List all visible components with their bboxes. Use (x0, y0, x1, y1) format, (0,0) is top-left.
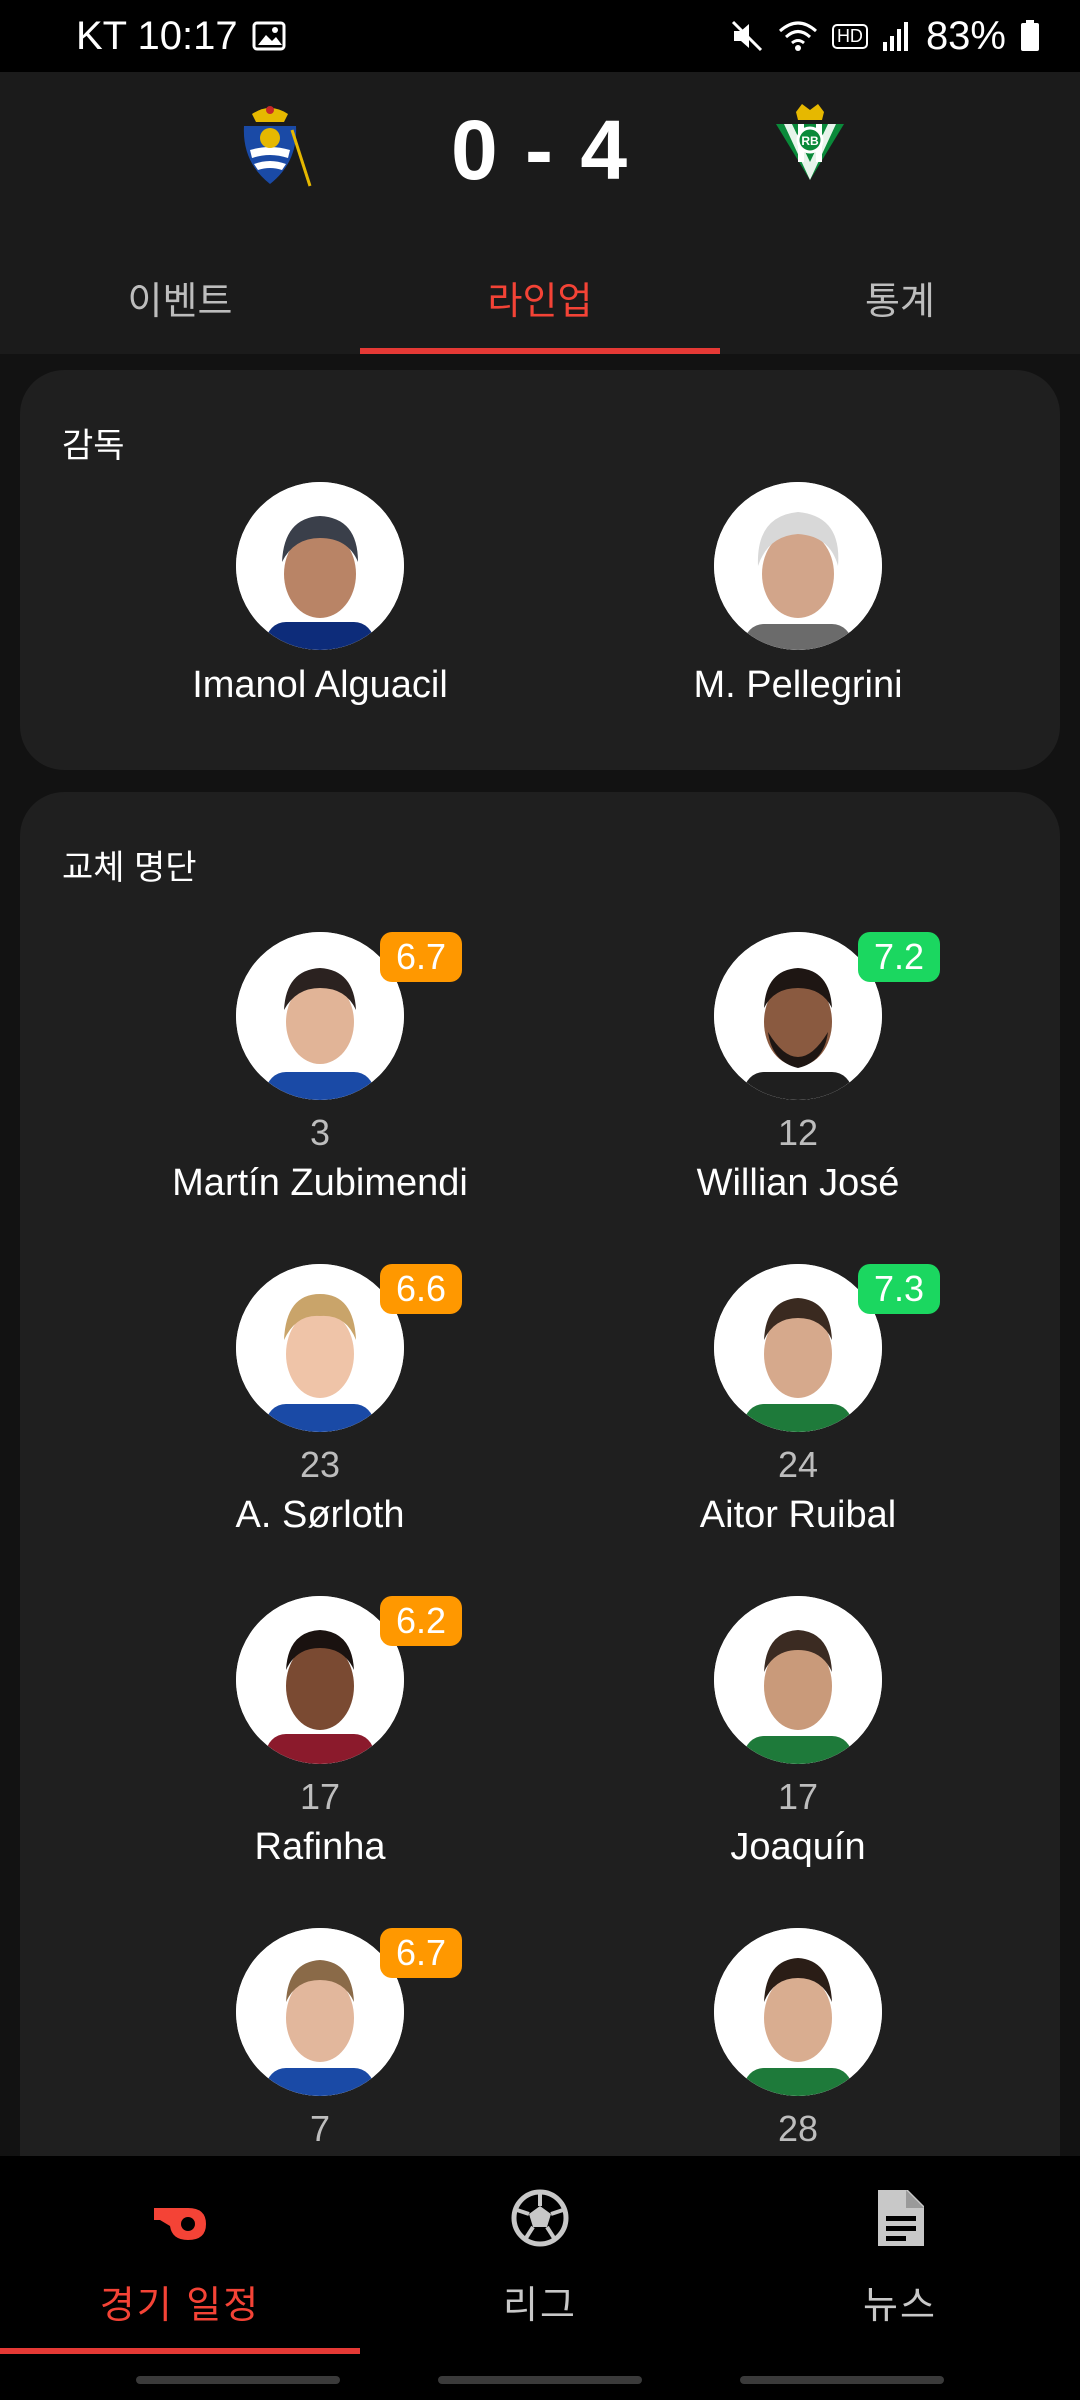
nav-news-label: 뉴스 (863, 2285, 937, 2327)
player-number: 28 (777, 2108, 819, 2149)
player-name: Joaquín (730, 1826, 866, 1868)
player-avatar (236, 1596, 404, 1764)
player-number: 23 (299, 1444, 341, 1485)
substitutes-card: 교체 명단 6.7 3 Martín Zubimendi 7.2 12 Will… (20, 792, 1060, 2212)
nav-league-label: 리그 (503, 2285, 577, 2327)
player-number: 24 (777, 1444, 819, 1485)
manager-home[interactable]: Imanol Alguacil (120, 482, 520, 707)
news-document-icon (878, 2190, 924, 2246)
svg-text:RB: RB (801, 134, 819, 148)
player-avatar (714, 1596, 882, 1764)
bottom-navigation: 경기 일정 리그 뉴스 (0, 2156, 1080, 2400)
person-photo-icon (236, 932, 404, 1100)
match-header: 0 - 4 RB 이벤트 라인업 통계 (0, 72, 1080, 354)
rating-badge: 6.6 (380, 1264, 462, 1314)
person-photo-icon (714, 932, 882, 1100)
nav-active-indicator (0, 2348, 360, 2354)
player-name: Rafinha (254, 1826, 386, 1868)
managers-title: 감독 (62, 427, 125, 465)
gesture-bar (438, 2376, 642, 2384)
person-photo-icon (714, 482, 882, 650)
manager-home-name: Imanol Alguacil (192, 664, 448, 706)
player-name: Aitor Ruibal (699, 1494, 897, 1536)
rating-badge: 6.7 (380, 932, 462, 982)
manager-away-name: M. Pellegrini (693, 664, 903, 706)
player-avatar (236, 1264, 404, 1432)
soccer-ball-icon (511, 2189, 569, 2247)
real-sociedad-crest-icon[interactable] (222, 100, 318, 196)
signal-icon (882, 22, 908, 51)
wifi-icon (778, 21, 817, 51)
hd-voice-icon: HD (831, 23, 868, 49)
mute-icon (731, 20, 762, 52)
gesture-bar (740, 2376, 944, 2384)
manager-away-avatar (714, 482, 882, 650)
person-photo-icon (714, 1928, 882, 2096)
player-name: A. Sørloth (235, 1494, 405, 1536)
tab-lineup[interactable]: 라인업 (360, 248, 720, 354)
sub-player-home[interactable]: 6.6 23 A. Sørloth (120, 1264, 520, 1537)
nav-news[interactable]: 뉴스 (720, 2156, 1080, 2352)
rating-badge: 6.7 (380, 1928, 462, 1978)
status-time: KT 10:17 (76, 13, 238, 58)
player-name: Martín Zubimendi (172, 1162, 468, 1204)
player-avatar (714, 1264, 882, 1432)
tab-events[interactable]: 이벤트 (0, 248, 360, 354)
sub-player-away[interactable]: 28 (598, 1928, 998, 2150)
battery-percent: 83% (925, 13, 1006, 58)
rating-badge: 7.3 (858, 1264, 940, 1314)
sub-player-home[interactable]: 6.7 7 (120, 1928, 520, 2150)
gallery-notification-icon (252, 21, 286, 51)
whistle-icon (154, 2208, 206, 2240)
match-tabs: 이벤트 라인업 통계 (0, 248, 1080, 354)
player-number: 17 (299, 1776, 341, 1817)
person-photo-icon (714, 1264, 882, 1432)
sub-player-away[interactable]: 7.3 24 Aitor Ruibal (598, 1264, 998, 1537)
sub-player-away[interactable]: 7.2 12 Willian José (598, 932, 998, 1205)
sub-player-home[interactable]: 6.2 17 Rafinha (120, 1596, 520, 1869)
sub-player-home[interactable]: 6.7 3 Martín Zubimendi (120, 932, 520, 1205)
battery-icon (1021, 20, 1039, 51)
real-betis-crest-icon[interactable]: RB (762, 100, 858, 196)
manager-home-avatar (236, 482, 404, 650)
player-avatar (714, 932, 882, 1100)
nav-fixtures-label: 경기 일정 (99, 2285, 261, 2327)
status-bar: KT 10:17 HD 83% (0, 0, 1080, 72)
player-number: 3 (309, 1112, 331, 1153)
match-score: 0 - 4 (450, 103, 630, 197)
nav-fixtures[interactable]: 경기 일정 (0, 2156, 360, 2354)
nav-league[interactable]: 리그 (360, 2156, 720, 2352)
rating-badge: 7.2 (858, 932, 940, 982)
player-avatar (714, 1928, 882, 2096)
player-number: 12 (777, 1112, 819, 1153)
player-avatar (236, 1928, 404, 2096)
player-number: 7 (309, 2108, 331, 2149)
person-photo-icon (236, 1596, 404, 1764)
player-name: Willian José (696, 1162, 900, 1204)
gesture-bar (136, 2376, 340, 2384)
tab-stats[interactable]: 통계 (720, 248, 1080, 354)
player-number: 17 (777, 1776, 819, 1817)
managers-card: 감독 Imanol Alguacil M. Pellegrini (20, 370, 1060, 770)
person-photo-icon (236, 1264, 404, 1432)
person-photo-icon (714, 1596, 882, 1764)
sub-player-away[interactable]: 17 Joaquín (598, 1596, 998, 1869)
manager-away[interactable]: M. Pellegrini (598, 482, 998, 707)
person-photo-icon (236, 1928, 404, 2096)
player-avatar (236, 932, 404, 1100)
rating-badge: 6.2 (380, 1596, 462, 1646)
person-photo-icon (236, 482, 404, 650)
substitutes-title: 교체 명단 (62, 849, 197, 887)
